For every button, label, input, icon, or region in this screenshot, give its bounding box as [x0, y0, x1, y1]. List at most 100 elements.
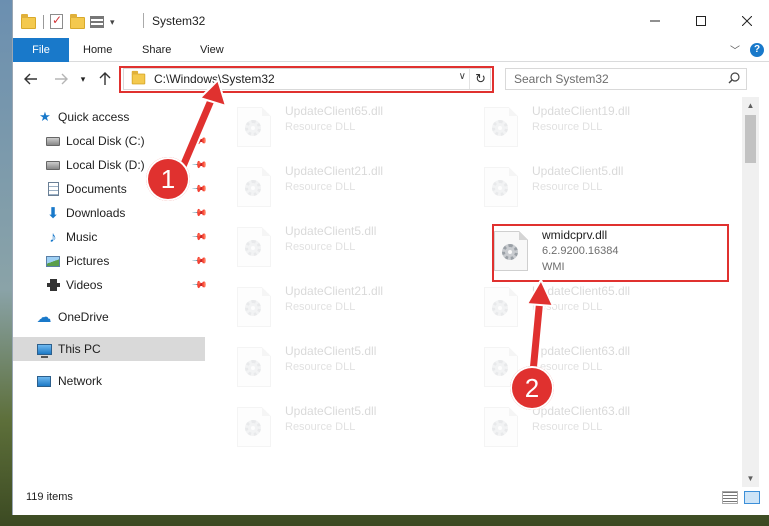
expand-ribbon-chevron-icon[interactable]: ﹀: [730, 42, 740, 57]
file-item[interactable]: UpdateClient19.dll Resource DLL: [468, 101, 708, 157]
dll-file-icon: [237, 167, 271, 207]
dll-file-icon: [484, 167, 518, 207]
search-icon[interactable]: [728, 72, 740, 87]
new-folder-icon[interactable]: [70, 14, 86, 30]
tab-home[interactable]: Home: [83, 38, 112, 62]
tab-share[interactable]: Share: [142, 38, 171, 62]
back-button[interactable]: [21, 69, 41, 89]
title-bar: ▾ System32: [13, 0, 769, 42]
file-type: Resource DLL: [285, 241, 356, 253]
sidebar-item-local-disk-c[interactable]: Local Disk (C:) 📌: [13, 129, 208, 153]
file-item[interactable]: UpdateClient5.dll Resource DLL: [221, 221, 461, 277]
file-type: Resource DLL: [285, 421, 356, 433]
sidebar-item-music[interactable]: ♪ Music 📌: [13, 225, 208, 249]
title-divider: [143, 13, 144, 28]
sidebar-item-videos[interactable]: Videos 📌: [13, 273, 208, 297]
close-icon: [742, 16, 752, 26]
search-box[interactable]: Search System32: [505, 68, 747, 90]
pin-icon[interactable]: 📌: [191, 205, 208, 222]
pin-icon[interactable]: 📌: [191, 133, 208, 150]
up-button[interactable]: [95, 69, 115, 89]
file-item[interactable]: UpdateClient5.dll Resource DLL: [221, 401, 461, 457]
file-item[interactable]: UpdateClient5.dll Resource DLL: [221, 341, 461, 397]
minimize-button[interactable]: [632, 0, 678, 42]
file-item[interactable]: UpdateClient63.dll Resource DLL: [468, 341, 708, 397]
large-icons-view-icon[interactable]: [744, 491, 760, 504]
tab-view[interactable]: View: [200, 38, 224, 62]
sidebar-item-label: Videos: [66, 278, 103, 292]
file-type: Resource DLL: [285, 181, 356, 193]
maximize-button[interactable]: [678, 0, 724, 42]
ribbon-right-controls: ﹀ ?: [730, 42, 764, 57]
file-item[interactable]: UpdateClient21.dll Resource DLL: [221, 281, 461, 337]
file-item[interactable]: UpdateClient5.dll Resource DLL: [468, 161, 708, 217]
minimize-icon: [650, 20, 660, 22]
file-item[interactable]: UpdateClient65.dll Resource DLL: [468, 281, 708, 337]
sidebar-item-label: This PC: [58, 342, 101, 356]
dll-file-icon: [237, 107, 271, 147]
sidebar-item-network[interactable]: Network: [13, 369, 208, 393]
file-type: Resource DLL: [532, 121, 603, 133]
sidebar-item-quick-access[interactable]: ★ Quick access: [13, 105, 208, 129]
music-icon: ♪: [49, 228, 57, 246]
file-name: UpdateClient19.dll: [532, 104, 631, 118]
navigation-bar: ▾ C:\Windows\System32 ∨ ↻ Search System3…: [13, 63, 769, 95]
recent-locations-chevron-icon[interactable]: ▾: [73, 69, 93, 89]
file-type: Resource DLL: [532, 301, 603, 313]
pin-icon[interactable]: 📌: [191, 277, 208, 294]
file-name: UpdateClient21.dll: [285, 284, 384, 298]
file-name: UpdateClient63.dll: [532, 404, 631, 418]
close-button[interactable]: [724, 0, 769, 42]
file-name: UpdateClient63.dll: [532, 344, 631, 358]
quick-access-toolbar: ▾: [21, 12, 115, 32]
file-name: UpdateClient5.dll: [285, 224, 377, 238]
file-highlight-box: [492, 224, 729, 282]
file-name: UpdateClient65.dll: [532, 284, 631, 298]
pin-icon[interactable]: 📌: [191, 181, 208, 198]
sidebar-item-downloads[interactable]: ⬇ Downloads 📌: [13, 201, 208, 225]
dll-file-icon: [237, 227, 271, 267]
file-name: UpdateClient65.dll: [285, 104, 384, 118]
window-controls: [632, 0, 769, 42]
pin-icon[interactable]: 📌: [191, 229, 208, 246]
pin-icon[interactable]: 📌: [191, 157, 208, 174]
properties-icon[interactable]: [50, 13, 66, 30]
sidebar-item-pictures[interactable]: Pictures 📌: [13, 249, 208, 273]
vertical-scrollbar[interactable]: ▲ ▼: [742, 97, 759, 487]
scroll-up-arrow-icon[interactable]: ▲: [742, 97, 759, 114]
scroll-down-arrow-icon[interactable]: ▼: [742, 470, 759, 487]
callout-badge-2: 2: [510, 366, 554, 410]
sidebar-item-label: Quick access: [58, 110, 130, 124]
file-item[interactable]: UpdateClient65.dll Resource DLL: [221, 101, 461, 157]
help-icon[interactable]: ?: [750, 42, 764, 57]
search-input[interactable]: Search System32: [514, 72, 609, 86]
star-icon: ★: [39, 109, 51, 124]
file-type: Resource DLL: [532, 181, 603, 193]
view-icon[interactable]: [90, 14, 106, 30]
network-icon: [36, 374, 52, 388]
toolbar-divider: [43, 15, 44, 29]
file-item[interactable]: UpdateClient63.dll Resource DLL: [468, 401, 708, 457]
tab-file[interactable]: File: [13, 38, 69, 62]
status-bar: 119 items: [13, 487, 769, 509]
file-item[interactable]: UpdateClient21.dll Resource DLL: [221, 161, 461, 217]
back-arrow-icon: [24, 73, 37, 85]
file-name: UpdateClient5.dll: [285, 344, 377, 358]
customize-toolbar-chevron-icon[interactable]: ▾: [110, 17, 115, 28]
forward-arrow-icon: [55, 73, 68, 85]
computer-icon: [36, 342, 52, 358]
sidebar-item-onedrive[interactable]: ☁ OneDrive: [13, 305, 208, 329]
sidebar-item-label: Music: [66, 230, 98, 244]
file-name: UpdateClient5.dll: [285, 404, 377, 418]
pin-icon[interactable]: 📌: [191, 253, 208, 270]
details-view-icon[interactable]: [722, 491, 738, 504]
file-list: UpdateClient65.dll Resource DLL UpdateCl…: [221, 101, 751, 471]
forward-button[interactable]: [51, 69, 71, 89]
callout-badge-1: 1: [146, 157, 190, 201]
up-arrow-icon: [99, 72, 111, 85]
maximize-icon: [696, 16, 706, 26]
scrollbar-thumb[interactable]: [745, 115, 756, 163]
sidebar-item-this-pc[interactable]: This PC: [13, 337, 205, 361]
view-toggles: [722, 491, 760, 504]
dll-file-icon: [237, 347, 271, 387]
